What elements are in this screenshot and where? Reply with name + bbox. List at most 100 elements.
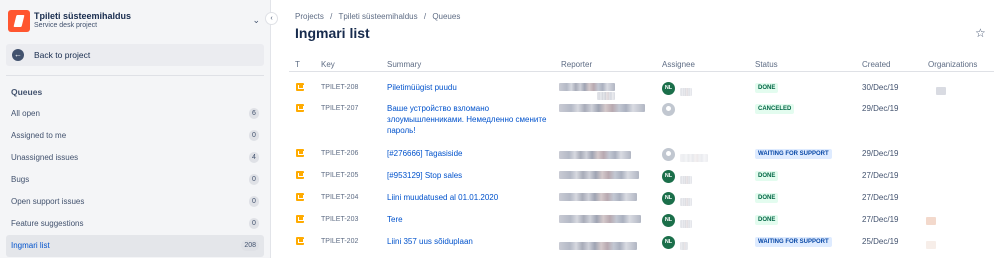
- chevron-down-icon[interactable]: ⌄: [252, 15, 260, 26]
- issue-key[interactable]: TPILET-205: [321, 172, 358, 179]
- created-date: 29/Dec/19: [862, 149, 899, 158]
- status-badge: DONE: [755, 193, 779, 203]
- queue-count: 0: [249, 196, 259, 207]
- breadcrumb-project[interactable]: Tpileti süsteemihaldus: [338, 12, 417, 21]
- column-header-status[interactable]: Status: [755, 60, 778, 69]
- assignee-redacted: [680, 88, 692, 96]
- service-request-icon: [296, 171, 304, 179]
- back-to-project-button[interactable]: ← Back to project: [6, 44, 264, 66]
- assignee-avatar[interactable]: NL: [662, 236, 675, 249]
- organization-redacted: [936, 87, 946, 95]
- issue-summary[interactable]: Piletimüügist puudu: [387, 82, 552, 93]
- column-header-summary[interactable]: Summary: [387, 60, 421, 69]
- queues-heading: Queues: [11, 87, 43, 97]
- project-name: Tpileti süsteemihaldus: [34, 11, 132, 21]
- status-badge: DONE: [755, 83, 779, 93]
- status-badge: WAITING FOR SUPPORT: [755, 149, 832, 159]
- assignee-avatar[interactable]: NL: [662, 170, 675, 183]
- organization-redacted: [926, 241, 936, 249]
- reporter-redacted-line: [597, 92, 615, 100]
- sidebar-item-ingmari-list[interactable]: Ingmari list 208: [6, 235, 264, 257]
- breadcrumb-queues[interactable]: Queues: [432, 12, 460, 21]
- issue-summary[interactable]: Liini 357 uus sõiduplaan: [387, 236, 552, 247]
- queue-count: 0: [249, 218, 259, 229]
- assignee-redacted: [680, 220, 692, 228]
- sidebar-item-bugs[interactable]: Bugs 0: [6, 169, 264, 191]
- sidebar-item-open-support-issues[interactable]: Open support issues 0: [6, 191, 264, 213]
- service-request-icon: [296, 83, 304, 91]
- queue-label: Unassigned issues: [11, 153, 79, 162]
- issue-key[interactable]: TPILET-203: [321, 216, 358, 223]
- reporter-redacted: [559, 171, 639, 179]
- service-request-icon: [296, 193, 304, 201]
- status-badge: DONE: [755, 171, 779, 181]
- assignee-redacted: [680, 176, 692, 184]
- column-header-organizations[interactable]: Organizations: [928, 60, 977, 69]
- status-badge: WAITING FOR SUPPORT: [755, 237, 832, 247]
- project-type: Service desk project: [34, 22, 98, 29]
- unassigned-user-icon[interactable]: [662, 148, 675, 161]
- sidebar-item-assigned-to-me[interactable]: Assigned to me 0: [6, 125, 264, 147]
- reporter-redacted: [559, 215, 641, 223]
- queue-label: Open support issues: [11, 197, 85, 206]
- issue-key[interactable]: TPILET-202: [321, 238, 358, 245]
- created-date: 30/Dec/19: [862, 83, 899, 92]
- sidebar-item-all-open[interactable]: All open 6: [6, 103, 264, 125]
- issue-summary[interactable]: [#276666] Tagasiside: [387, 148, 552, 159]
- assignee-avatar[interactable]: NL: [662, 82, 675, 95]
- issue-summary[interactable]: [#953129] Stop sales: [387, 170, 552, 181]
- assignee-avatar[interactable]: NL: [662, 214, 675, 227]
- created-date: 27/Dec/19: [862, 193, 899, 202]
- assignee-redacted: [680, 198, 692, 206]
- project-logo-icon: [8, 10, 30, 32]
- column-header-assignee[interactable]: Assignee: [662, 60, 695, 69]
- breadcrumb-projects[interactable]: Projects: [295, 12, 324, 21]
- breadcrumb: Projects / Tpileti süsteemihaldus / Queu…: [295, 12, 464, 21]
- arrow-left-icon: ←: [12, 49, 24, 61]
- column-header-type[interactable]: T: [295, 60, 300, 69]
- queue-label: Assigned to me: [11, 131, 67, 140]
- issue-summary[interactable]: Ваше устройство взломано злоумышленникам…: [387, 103, 552, 136]
- reporter-redacted: [559, 193, 637, 201]
- column-header-created[interactable]: Created: [862, 60, 890, 69]
- reporter-redacted: [559, 104, 645, 112]
- sidebar-item-feature-suggestions[interactable]: Feature suggestions 0: [6, 213, 264, 235]
- issue-summary[interactable]: Liini muudatused al 01.01.2020: [387, 192, 552, 203]
- back-to-project-label: Back to project: [34, 50, 91, 60]
- issue-key[interactable]: TPILET-207: [321, 105, 358, 112]
- sidebar-item-unassigned-issues[interactable]: Unassigned issues 4: [6, 147, 264, 169]
- reporter-redacted: [559, 242, 637, 250]
- queue-count: 4: [249, 152, 259, 163]
- organization-redacted: [926, 217, 936, 225]
- issue-key[interactable]: TPILET-208: [321, 84, 358, 91]
- service-request-icon: [296, 104, 304, 112]
- assignee-redacted: [680, 242, 688, 250]
- issue-key[interactable]: TPILET-206: [321, 150, 358, 157]
- breadcrumb-separator: /: [423, 12, 427, 21]
- service-request-icon: [296, 149, 304, 157]
- issue-key[interactable]: TPILET-204: [321, 194, 358, 201]
- queue-count: 0: [249, 174, 259, 185]
- queue-label: All open: [11, 109, 40, 118]
- queue-label: Ingmari list: [11, 241, 50, 250]
- project-header[interactable]: Tpileti süsteemihaldus Service desk proj…: [6, 9, 264, 35]
- unassigned-user-icon[interactable]: [662, 103, 675, 116]
- queue-label: Feature suggestions: [11, 219, 84, 228]
- assignee-avatar[interactable]: NL: [662, 192, 675, 205]
- status-badge: CANCELED: [755, 104, 795, 114]
- assignee-redacted: [680, 154, 708, 162]
- breadcrumb-separator: /: [330, 12, 333, 21]
- page-title: Ingmari list: [295, 25, 370, 41]
- chevron-left-icon[interactable]: ‹: [265, 12, 278, 25]
- service-request-icon: [296, 237, 304, 245]
- created-date: 27/Dec/19: [862, 215, 899, 224]
- star-icon[interactable]: ☆: [975, 26, 986, 40]
- queue-count: 208: [241, 240, 259, 251]
- sidebar-divider: [6, 75, 264, 76]
- column-header-key[interactable]: Key: [321, 60, 335, 69]
- status-badge: DONE: [755, 215, 779, 225]
- queue-count: 6: [249, 108, 259, 119]
- queue-count: 0: [249, 130, 259, 141]
- issue-summary[interactable]: Tere: [387, 214, 552, 225]
- column-header-reporter[interactable]: Reporter: [561, 60, 592, 69]
